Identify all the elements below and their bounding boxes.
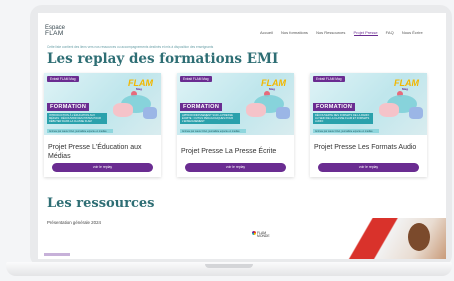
thumb-badge: Extrait FLAM Mag	[180, 76, 212, 82]
flam-mag-logo: FLAM Mag	[128, 78, 153, 91]
thumb-subtitle: Découverte des formats de la radio au se…	[313, 113, 373, 125]
browser-screen: Espace FLAM Accueil Nos formations Nos R…	[38, 13, 446, 259]
formation-label: FORMATION	[180, 103, 223, 111]
illustration-shape	[113, 103, 133, 117]
resource-photo-person	[408, 223, 430, 251]
nav-link-nous-ecrire[interactable]: Nous Écrire	[402, 30, 423, 35]
watch-replay-button[interactable]: voir le replay	[318, 163, 419, 172]
watch-replay-button[interactable]: voir le replay	[185, 163, 286, 172]
illustration-shape	[246, 103, 266, 117]
resource-underline	[44, 253, 70, 256]
replay-card: Extrait FLAM Mag FLAM Mag FORMATION Intro…	[44, 73, 161, 177]
illustration-shape	[143, 107, 157, 119]
flam-mag-logo: FLAM Mag	[261, 78, 286, 91]
illustration-shape	[276, 107, 290, 119]
nav-links: Accueil Nos formations Nos Ressources Pr…	[260, 30, 430, 36]
replay-thumbnail[interactable]: Extrait FLAM Mag FLAM Mag FORMATION Décou…	[310, 73, 427, 135]
thumb-footer: Animée par Laure Cizel, journaliste expe…	[313, 129, 379, 133]
thumb-footer: Animée par Laure Cizel, journaliste expe…	[47, 129, 113, 133]
card-title: Projet Presse La Presse Écrite	[181, 148, 277, 155]
formation-label: FORMATION	[313, 103, 356, 111]
intro-text: Cette liste contient des liens vers nos …	[47, 45, 214, 49]
watch-replay-button[interactable]: voir le replay	[52, 163, 153, 172]
flam-monde-logo: FLAM MONDE	[252, 231, 270, 239]
card-title: Projet Presse L'Éducation aux Médias	[48, 144, 142, 160]
thumb-subtitle: Approfondissement sur la presse écrite :…	[180, 113, 240, 125]
nav-link-formations[interactable]: Nos formations	[281, 30, 308, 35]
replay-thumbnail[interactable]: Extrait FLAM Mag FLAM Mag FORMATION Intro…	[44, 73, 161, 135]
replay-thumbnail[interactable]: Extrait FLAM Mag FLAM Mag FORMATION Appro…	[177, 73, 294, 135]
flam-mag-logo: FLAM Mag	[394, 78, 419, 91]
card-title: Projet Presse Les Formats Audio	[314, 144, 417, 151]
thumb-badge: Extrait FLAM Mag	[47, 76, 79, 82]
top-navigation: Espace FLAM Accueil Nos formations Nos R…	[38, 13, 446, 43]
nav-link-projet-presse[interactable]: Projet Presse	[353, 30, 378, 36]
thumb-badge: Extrait FLAM Mag	[313, 76, 345, 82]
replay-section-title: Les replay des formations EMI	[47, 51, 279, 67]
resources-subtitle[interactable]: Présentation générale 2024	[47, 220, 101, 225]
laptop-notch	[205, 264, 253, 268]
thumb-subtitle: Introduction à l'éducation aux médias : …	[47, 113, 107, 125]
logo-line-2: FLAM	[45, 30, 64, 37]
formation-label: FORMATION	[47, 103, 90, 111]
replay-card: Extrait FLAM Mag FLAM Mag FORMATION Décou…	[310, 73, 427, 177]
replay-card: Extrait FLAM Mag FLAM Mag FORMATION Appro…	[177, 73, 294, 177]
flam-logo-icon	[252, 231, 256, 235]
site-logo[interactable]: Espace FLAM	[45, 25, 65, 37]
illustration-shape	[409, 107, 423, 119]
resources-section-title: Les ressources	[47, 196, 155, 211]
thumb-footer: Animée par Laure Cizel, journaliste expe…	[180, 129, 246, 133]
nav-link-ressources[interactable]: Nos Ressources	[316, 30, 345, 35]
nav-link-faq[interactable]: FAQ	[386, 30, 394, 35]
illustration-shape	[379, 103, 399, 117]
nav-link-accueil[interactable]: Accueil	[260, 30, 273, 35]
